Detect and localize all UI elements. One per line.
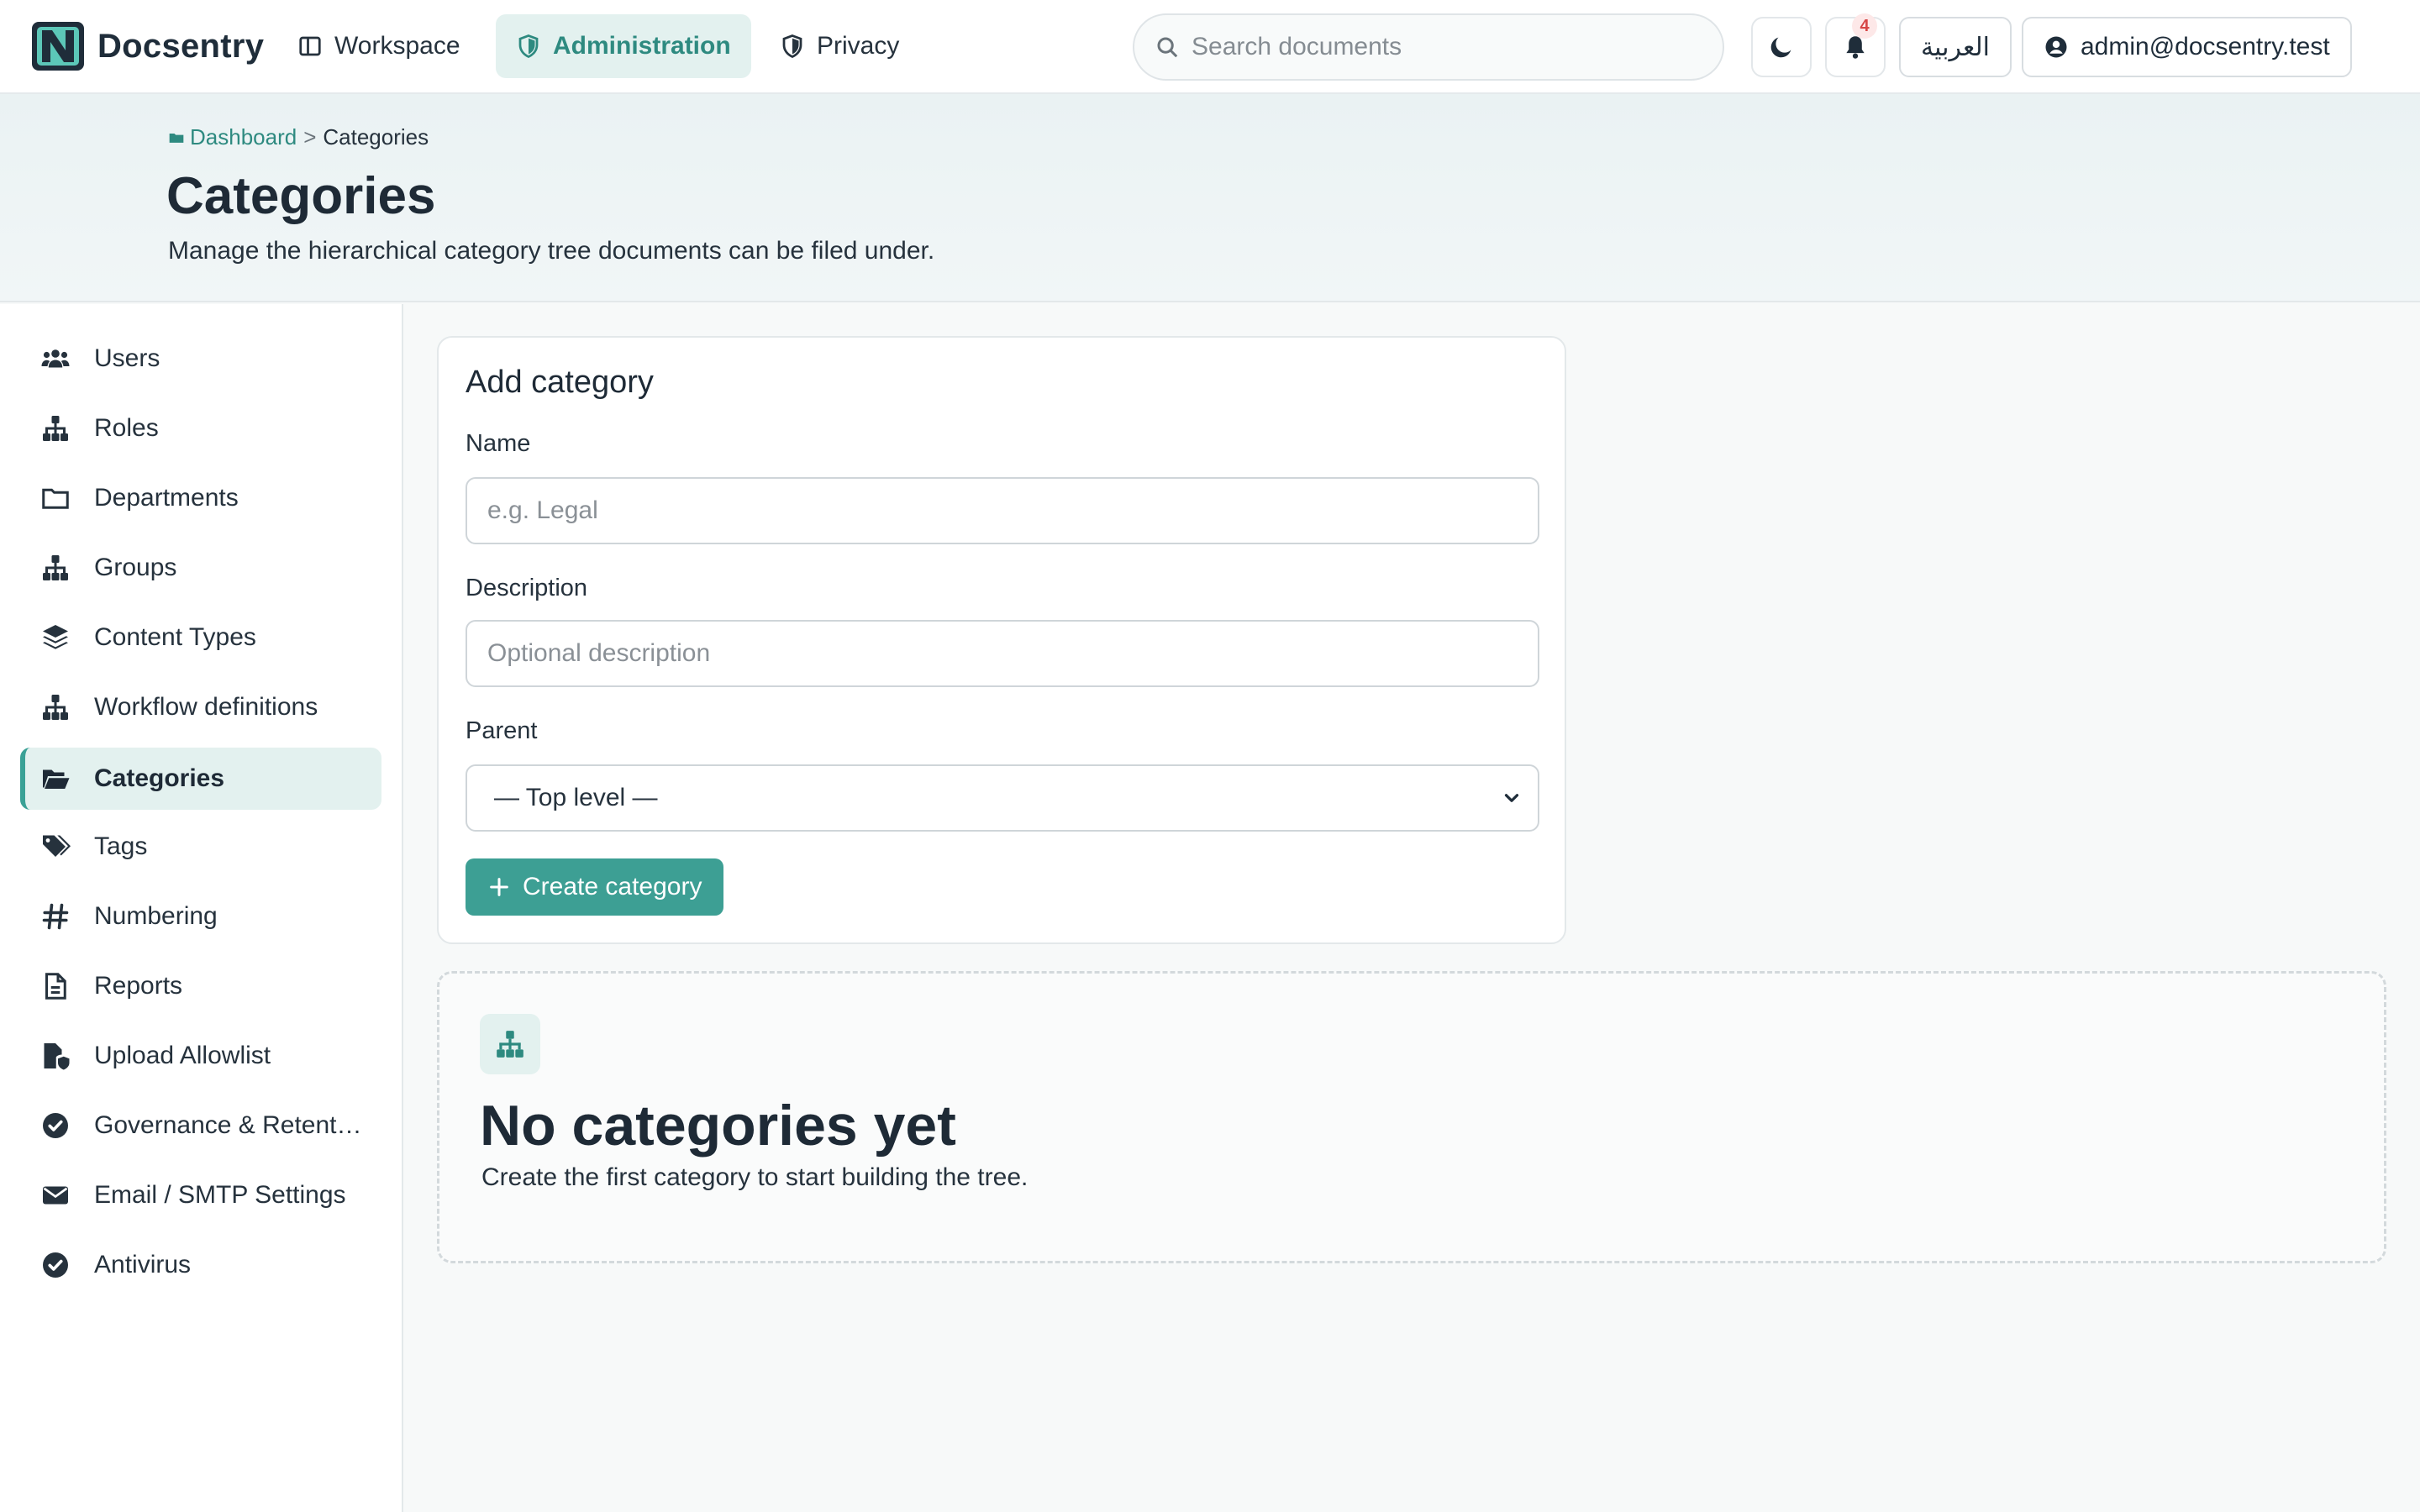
- sidebar-item-antivirus[interactable]: Antivirus: [20, 1234, 381, 1296]
- check-circle-icon: [43, 1113, 68, 1138]
- app-name: Docsentry: [97, 27, 265, 65]
- page-header: Dashboard > Categories Categories Manage…: [0, 94, 2420, 302]
- sidebar-item-email-smtp[interactable]: Email / SMTP Settings: [20, 1164, 381, 1226]
- sidebar-item-reports[interactable]: Reports: [20, 955, 381, 1017]
- moon-icon: [1770, 37, 1791, 58]
- parent-select[interactable]: — Top level —: [466, 764, 1539, 832]
- nav-administration-label: Administration: [553, 32, 731, 60]
- sidebar-item-tags[interactable]: Tags: [20, 816, 381, 878]
- hierarchy-icon: [43, 416, 68, 441]
- sidebar-item-content-types[interactable]: Content Types: [20, 606, 381, 669]
- layout-icon: [299, 36, 321, 56]
- user-menu-button[interactable]: admin@docsentry.test: [2022, 17, 2352, 77]
- folder-icon: [169, 133, 184, 143]
- brand[interactable]: Docsentry: [32, 22, 264, 71]
- chevron-down-icon: [1504, 794, 1519, 802]
- nav-workspace[interactable]: Workspace: [277, 14, 481, 78]
- sidebar-item-label: Categories: [94, 764, 225, 792]
- nav-workspace-label: Workspace: [334, 32, 460, 60]
- nav-administration[interactable]: Administration: [496, 14, 751, 78]
- sidebar-item-roles[interactable]: Roles: [20, 397, 381, 459]
- nav-privacy-label: Privacy: [817, 32, 900, 60]
- users-icon: [41, 349, 70, 368]
- theme-toggle-button[interactable]: [1751, 17, 1812, 77]
- description-label: Description: [466, 575, 588, 601]
- breadcrumb-dashboard-link[interactable]: Dashboard: [168, 124, 297, 150]
- hash-icon: [42, 903, 69, 930]
- sidebar-item-label: Tags: [94, 832, 148, 860]
- search-box: [1133, 13, 1724, 81]
- page-subtitle: Manage the hierarchical category tree do…: [168, 237, 935, 265]
- sidebar-item-label: Groups: [94, 554, 177, 581]
- parent-label: Parent: [466, 717, 538, 744]
- hierarchy-icon: [43, 555, 68, 580]
- sidebar-item-users[interactable]: Users: [20, 328, 381, 390]
- shield-icon: [782, 34, 802, 59]
- sidebar-item-categories[interactable]: Categories: [20, 748, 381, 810]
- sidebar-item-groups[interactable]: Groups: [20, 537, 381, 599]
- shield-icon: [518, 34, 539, 59]
- breadcrumb-current: Categories: [323, 124, 429, 150]
- sidebar-item-label: Email / SMTP Settings: [94, 1181, 346, 1209]
- search-input[interactable]: [1192, 33, 1696, 61]
- tags-icon: [43, 835, 71, 857]
- sidebar-item-label: Roles: [94, 414, 159, 442]
- breadcrumb-separator: >: [303, 124, 317, 150]
- breadcrumb: Dashboard > Categories: [168, 124, 429, 150]
- breadcrumb-dashboard-label: Dashboard: [190, 124, 297, 150]
- card-title: Add category: [466, 365, 654, 400]
- hierarchy-icon: [497, 1031, 523, 1058]
- envelope-icon: [43, 1186, 68, 1205]
- empty-state: No categories yet Create the first categ…: [437, 971, 2386, 1263]
- top-bar: Docsentry Workspace Administration Priva…: [0, 0, 2420, 94]
- page-title: Categories: [166, 167, 436, 225]
- folder-open-icon: [43, 769, 70, 789]
- docsentry-logo-icon: [32, 22, 84, 71]
- empty-state-title: No categories yet: [480, 1094, 956, 1158]
- file-icon: [45, 973, 66, 1000]
- sidebar-item-label: Upload Allowlist: [94, 1042, 271, 1069]
- sidebar-item-label: Governance & Retent…: [94, 1111, 362, 1139]
- sidebar-item-label: Workflow definitions: [94, 693, 318, 721]
- sidebar-item-workflow-definitions[interactable]: Workflow definitions: [20, 676, 381, 738]
- sidebar-item-label: Users: [94, 344, 160, 372]
- sidebar-item-label: Antivirus: [94, 1251, 192, 1278]
- hierarchy-icon: [43, 695, 68, 720]
- sidebar-item-label: Numbering: [94, 902, 218, 930]
- nav-privacy[interactable]: Privacy: [760, 14, 919, 78]
- user-email: admin@docsentry.test: [2081, 33, 2330, 60]
- empty-state-icon-box: [480, 1014, 540, 1074]
- sidebar-item-label: Content Types: [94, 623, 256, 651]
- name-input[interactable]: [466, 477, 1539, 544]
- add-category-card: Add category Name Description Parent — T…: [437, 336, 1566, 944]
- notification-count-badge: 4: [1852, 13, 1877, 39]
- plus-icon: [490, 878, 508, 896]
- create-category-button[interactable]: Create category: [466, 858, 724, 916]
- folder-icon: [42, 488, 69, 509]
- sidebar-item-upload-allowlist[interactable]: Upload Allowlist: [20, 1025, 381, 1087]
- sidebar-item-governance-retention[interactable]: Governance & Retent…: [20, 1095, 381, 1157]
- admin-sidebar: Users Roles Departments Groups Content T…: [0, 304, 403, 1512]
- sidebar-item-label: Reports: [94, 972, 183, 1000]
- language-label: العربية: [1921, 33, 1990, 61]
- file-shield-icon: [44, 1043, 70, 1070]
- sidebar-item-departments[interactable]: Departments: [20, 467, 381, 529]
- empty-state-text: Create the first category to start build…: [481, 1163, 1028, 1191]
- notifications-button[interactable]: 4: [1825, 13, 1886, 77]
- layers-icon: [43, 625, 68, 649]
- name-label: Name: [466, 430, 531, 457]
- sidebar-item-label: Departments: [94, 484, 239, 512]
- create-category-label: Create category: [523, 873, 702, 900]
- user-circle-icon: [2045, 36, 2067, 58]
- language-button[interactable]: العربية: [1899, 17, 2012, 77]
- description-input[interactable]: [466, 620, 1539, 687]
- sidebar-item-numbering[interactable]: Numbering: [20, 885, 381, 948]
- search-icon: [1157, 37, 1178, 58]
- parent-select-value: — Top level —: [494, 784, 658, 811]
- check-circle-icon: [43, 1252, 68, 1278]
